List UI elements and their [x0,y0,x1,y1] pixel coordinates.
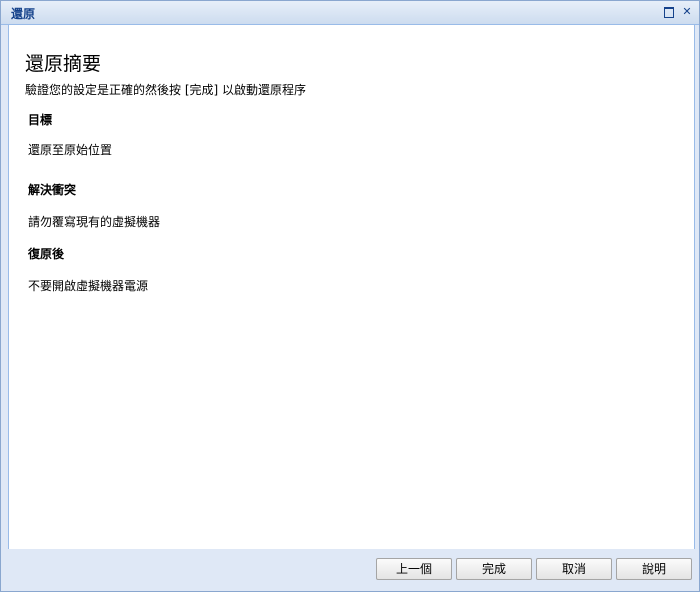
window-title: 還原 [11,7,36,21]
title-bar: 還原 ✕ [1,1,699,25]
close-icon[interactable]: ✕ [681,6,693,18]
summary-panel: 還原摘要 驗證您的設定是正確的然後按 [完成] 以啟動還原程序 目標 還原至原始… [8,25,695,549]
restore-dialog: 還原 ✕ 還原摘要 驗證您的設定是正確的然後按 [完成] 以啟動還原程序 目標 … [0,0,700,592]
after-restore-label: 復原後 [28,247,65,261]
target-label: 目標 [28,113,53,127]
help-button[interactable]: 說明 [616,558,692,580]
previous-button[interactable]: 上一個 [376,558,452,580]
page-title: 還原摘要 [25,53,102,75]
finish-button[interactable]: 完成 [456,558,532,580]
page-description: 驗證您的設定是正確的然後按 [完成] 以啟動還原程序 [25,83,306,97]
conflict-value: 請勿覆寫現有的虛擬機器 [28,215,161,229]
cancel-button[interactable]: 取消 [536,558,612,580]
target-value: 還原至原始位置 [28,143,113,157]
maximize-icon[interactable] [663,6,675,18]
after-restore-value: 不要開啟虛擬機器電源 [28,279,149,293]
conflict-label: 解決衝突 [28,183,77,197]
button-bar: 上一個 完成 取消 說明 [8,550,695,586]
